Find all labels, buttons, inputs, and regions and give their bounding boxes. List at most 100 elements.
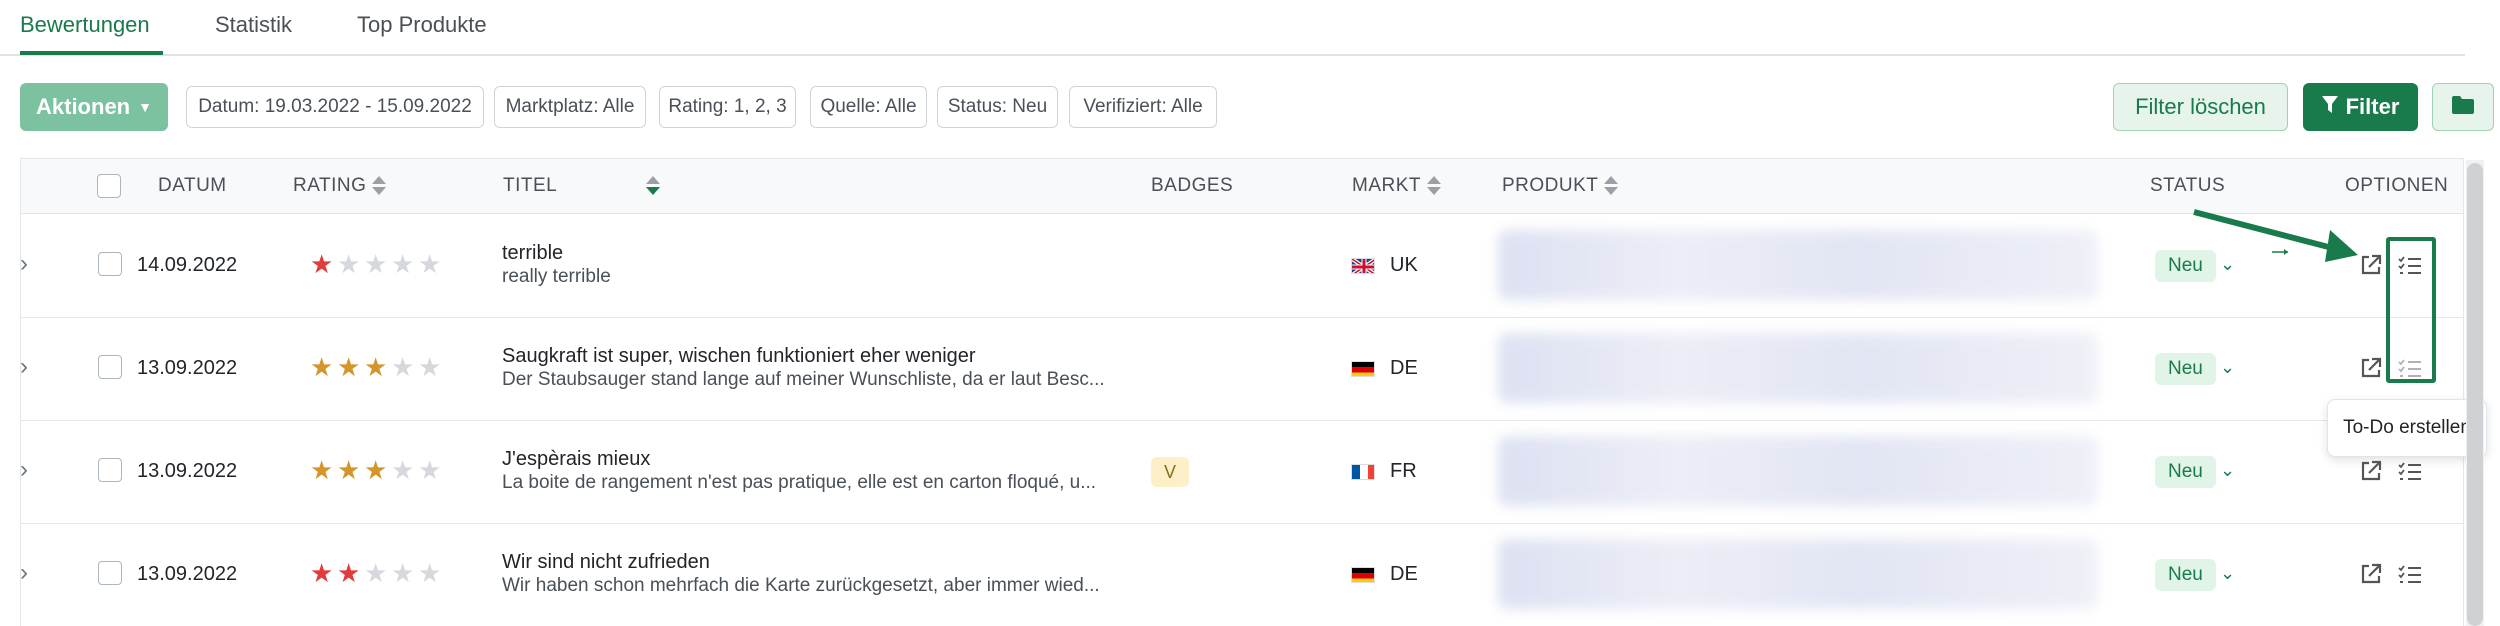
star-icon: ★ [364,558,389,588]
row-checkbox[interactable] [98,458,122,482]
expand-row-chevron-icon[interactable]: › [20,250,28,278]
sort-icon [646,175,660,197]
todo-list-icon[interactable] [2398,461,2422,486]
market-code: DE [1390,563,1418,585]
external-link-icon[interactable] [2360,254,2382,281]
star-icon: ★ [391,249,416,279]
sort-icon [1604,175,1619,197]
flag-uk-icon [1351,258,1375,274]
star-icon: ★ [364,352,389,382]
column-header-options: OPTIONEN [2345,175,2449,196]
market-code: UK [1390,254,1418,276]
select-all-checkbox[interactable] [97,174,121,198]
filter-button[interactable]: Filter [2303,83,2418,131]
folder-button[interactable] [2432,83,2494,131]
funnel-icon [2321,95,2338,119]
star-icon: ★ [337,558,362,588]
column-header-badges: BADGES [1151,175,1234,196]
star-icon: ★ [310,558,335,588]
tab-statistik[interactable]: Statistik [215,12,292,38]
star-icon: ★ [364,455,389,485]
filter-label: Filter [2345,94,2400,119]
tab-bar: Bewertungen Statistik Top Produkte [0,0,2465,56]
status-chevron-down-icon[interactable]: ⌄ [2220,460,2235,481]
actions-dropdown-button[interactable]: Aktionen ▼ [20,83,168,131]
review-description: Der Staubsauger stand lange auf meiner W… [502,369,1105,390]
filter-chip-source[interactable]: Quelle: Alle [810,86,927,128]
flag-de-icon [1351,361,1375,377]
flag-fr-icon [1351,464,1375,480]
folder-icon [2452,94,2474,120]
status-chevron-down-icon[interactable]: ⌄ [2220,254,2235,275]
status-badge[interactable]: Neu [2155,559,2216,591]
todo-list-icon[interactable] [2398,564,2422,589]
star-icon: ★ [391,558,416,588]
star-icon: ★ [418,558,443,588]
column-header-status: STATUS [2150,175,2226,196]
status-chevron-down-icon[interactable]: ⌄ [2220,357,2235,378]
star-icon: ★ [418,352,443,382]
column-header-market[interactable]: MARKT [1352,175,1441,197]
column-header-rating[interactable]: RATING [293,175,387,197]
review-description: Wir haben schon mehrfach die Karte zurüc… [502,575,1100,596]
filter-chip-rating[interactable]: Rating: 1, 2, 3 [659,86,796,128]
star-icon: ★ [310,455,335,485]
status-chevron-down-icon[interactable]: ⌄ [2220,563,2235,584]
rating-stars: ★ ★ ★ ★ ★ [310,249,445,280]
product-redacted [1498,539,2098,609]
product-redacted [1498,436,2098,506]
status-badge[interactable]: Neu [2155,456,2216,488]
row-checkbox[interactable] [98,355,122,379]
review-date: 13.09.2022 [137,563,238,585]
sort-icon [372,175,387,197]
expand-row-chevron-icon[interactable]: › [20,353,28,381]
review-title: terrible [502,242,564,264]
star-icon: ★ [391,455,416,485]
status-badge[interactable]: Neu [2155,353,2216,385]
filter-chip-verified[interactable]: Verifiziert: Alle [1069,86,1217,128]
market-code: FR [1390,460,1417,482]
actions-label: Aktionen [36,94,131,119]
product-redacted [1498,230,2098,300]
star-icon: ★ [310,249,335,279]
star-icon: ★ [418,249,443,279]
rating-stars: ★ ★ ★ ★ ★ [310,558,445,589]
column-header-date[interactable]: DATUM [158,175,660,197]
external-link-icon[interactable] [2360,563,2382,590]
filter-chip-date[interactable]: Datum: 19.03.2022 - 15.09.2022 [186,86,484,128]
row-checkbox[interactable] [98,252,122,276]
expand-row-chevron-icon[interactable]: › [20,559,28,587]
column-header-title: TITEL [503,175,558,196]
chevron-down-icon: ▼ [138,99,152,115]
rating-stars: ★ ★ ★ ★ ★ [310,352,445,383]
star-icon: ★ [337,249,362,279]
row-checkbox[interactable] [98,561,122,585]
tab-bewertungen[interactable]: Bewertungen [20,12,150,38]
todo-list-icon[interactable] [2398,358,2422,383]
market-code: DE [1390,357,1418,379]
external-link-icon[interactable] [2360,357,2382,384]
expand-row-chevron-icon[interactable]: › [20,456,28,484]
todo-list-icon[interactable] [2398,255,2422,280]
column-header-product[interactable]: PRODUKT [1502,175,1619,197]
external-link-icon[interactable] [2360,460,2382,487]
star-icon: ★ [364,249,389,279]
filter-chip-status[interactable]: Status: Neu [937,86,1058,128]
table-header: DATUM RATING TITEL BADGES MARKT PRODUKT … [21,159,2463,214]
status-badge[interactable]: Neu [2155,250,2216,282]
review-date: 13.09.2022 [137,460,238,482]
tooltip-todo-create: To-Do erstellen [2327,399,2487,457]
star-icon: ★ [337,455,362,485]
tab-top-produkte[interactable]: Top Produkte [357,12,487,38]
verified-badge: V [1151,457,1189,487]
filter-chip-marketplace[interactable]: Marktplatz: Alle [494,86,646,128]
star-icon: ★ [418,455,443,485]
scrollbar-thumb[interactable] [2467,163,2483,626]
review-description: really terrible [502,266,611,287]
review-title: Saugkraft ist super, wischen funktionier… [502,345,976,367]
review-title: J'espèrais mieux [502,448,651,470]
clear-filter-button[interactable]: Filter löschen [2113,83,2288,131]
review-date: 14.09.2022 [137,254,238,276]
sort-icon [1427,175,1441,197]
product-redacted [1498,333,2098,403]
